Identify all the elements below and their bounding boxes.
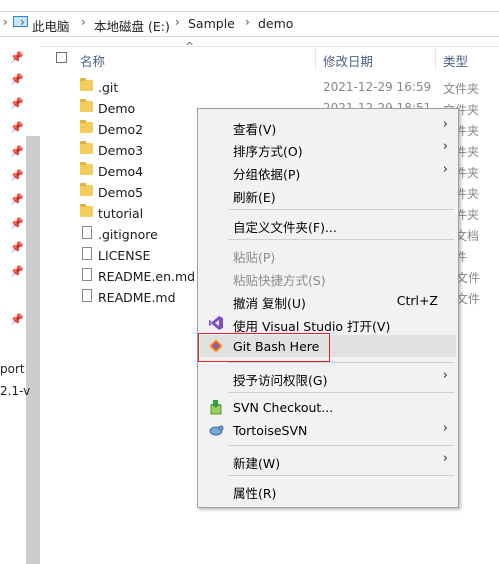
folder-icon [80, 204, 93, 217]
breadcrumb-drive-e[interactable]: 本地磁盘 (E:) [94, 16, 170, 35]
shortcut-text: Ctrl+Z [396, 293, 438, 308]
folder-icon [80, 120, 93, 133]
pin-icon[interactable]: 📌 [10, 98, 24, 110]
column-header-date[interactable]: 修改日期 [323, 51, 373, 70]
pin-icon[interactable]: 📌 [10, 74, 24, 86]
file-name: Demo [98, 101, 136, 116]
submenu-arrow-icon: › [442, 117, 448, 132]
menu-separator [228, 362, 454, 363]
file-name: Demo3 [98, 143, 144, 158]
pin-icon[interactable]: 📌 [10, 170, 24, 182]
menu-item-tortoise-svn[interactable]: TortoiseSVN › [200, 419, 456, 441]
breadcrumb-this-pc[interactable]: 此电脑 [32, 16, 70, 35]
file-icon [82, 289, 92, 302]
address-bar[interactable]: › › 此电脑 › 本地磁盘 (E:) › Sample › demo [0, 0, 499, 47]
file-name: Demo2 [98, 122, 144, 137]
column-header-type[interactable]: 类型 [443, 51, 468, 70]
breadcrumb-separator: › [81, 15, 86, 29]
file-icon [82, 268, 92, 281]
menu-separator [228, 445, 454, 446]
column-divider[interactable] [315, 46, 316, 70]
menu-item-give-access[interactable]: 授予访问权限(G) › [200, 366, 456, 388]
breadcrumb-sample[interactable]: Sample [188, 16, 235, 31]
pin-icon[interactable]: 📌 [10, 52, 24, 64]
menu-item-open-visual-studio[interactable]: 使用 Visual Studio 打开(V) [200, 312, 456, 334]
pin-icon[interactable]: 📌 [10, 194, 24, 206]
menu-item-refresh[interactable]: 刷新(E) [200, 183, 456, 205]
menu-item-view[interactable]: 查看(V) › [200, 115, 456, 137]
svn-checkout-icon [210, 400, 222, 415]
folder-icon [80, 162, 93, 175]
folder-icon [80, 141, 93, 154]
file-name: LICENSE [98, 248, 151, 263]
nav-item-partial[interactable]: port [0, 362, 25, 376]
pin-icon[interactable]: 📌 [10, 122, 24, 134]
pin-icon[interactable]: 📌 [10, 146, 24, 158]
folder-icon [80, 78, 93, 91]
file-row-git[interactable]: .git 2021-12-29 16:59 文件夹 [40, 77, 499, 98]
menu-item-group[interactable]: 分组依据(P) › [200, 160, 456, 182]
column-divider[interactable] [435, 46, 436, 70]
sort-up-icon: ^ [185, 40, 195, 53]
breadcrumb-demo[interactable]: demo [258, 16, 293, 31]
file-icon [82, 247, 92, 260]
submenu-arrow-icon: › [442, 368, 448, 383]
navigation-pane[interactable]: 📌 📌 📌 📌 📌 📌 📌 📌 📌 📌 📌 port 2.1-v [0, 46, 40, 564]
menu-item-svn-checkout[interactable]: SVN Checkout... [200, 396, 456, 418]
highlight-annotation-box [198, 333, 330, 362]
select-all-checkbox[interactable] [56, 52, 67, 63]
column-header-row: ^ 名称 修改日期 类型 [40, 40, 499, 70]
file-name: .gitignore [98, 227, 158, 242]
chevron-right-icon: › [20, 15, 25, 29]
folder-icon [80, 99, 93, 112]
chevron-right-icon: › [3, 15, 8, 29]
pin-icon[interactable]: 📌 [10, 266, 24, 278]
menu-item-sort[interactable]: 排序方式(O) › [200, 137, 456, 159]
file-name: README.en.md [98, 269, 196, 284]
column-header-name[interactable]: 名称 [80, 51, 105, 70]
file-name: README.md [98, 290, 176, 305]
context-menu[interactable]: 查看(V) › 排序方式(O) › 分组依据(P) › 刷新(E) 自定义文件夹… [197, 108, 459, 508]
menu-separator [228, 209, 454, 210]
file-date: 2021-12-29 16:59 [323, 80, 432, 94]
menu-item-paste-shortcut[interactable]: 粘贴快捷方式(S) [200, 266, 456, 288]
visual-studio-icon [209, 316, 223, 330]
tortoise-svn-icon [209, 425, 224, 436]
text-file-icon [82, 226, 92, 239]
menu-item-undo-copy[interactable]: 撤消 复制(U) Ctrl+Z [200, 289, 456, 311]
menu-item-properties[interactable]: 属性(R) [200, 479, 456, 501]
folder-icon [80, 183, 93, 196]
menu-item-paste[interactable]: 粘贴(P) [200, 243, 456, 265]
menu-separator [228, 475, 454, 476]
breadcrumb-separator: › [245, 15, 250, 29]
file-name: Demo4 [98, 164, 144, 179]
menu-separator [228, 392, 454, 393]
nav-scrollbar[interactable] [26, 136, 40, 564]
submenu-arrow-icon: › [442, 139, 448, 154]
submenu-arrow-icon: › [442, 421, 448, 436]
pin-icon[interactable]: 📌 [10, 242, 24, 254]
submenu-arrow-icon: › [442, 162, 448, 177]
menu-separator [228, 239, 454, 240]
submenu-arrow-icon: › [442, 451, 448, 466]
file-type: 文件夹 [443, 82, 480, 96]
breadcrumb-separator: › [175, 15, 180, 29]
nav-item-partial[interactable]: 2.1-v [0, 384, 30, 398]
file-name: Demo5 [98, 185, 144, 200]
pin-icon[interactable]: 📌 [10, 314, 24, 326]
menu-item-new[interactable]: 新建(W) › [200, 449, 456, 471]
file-name: .git [98, 80, 119, 95]
file-name: tutorial [98, 206, 144, 221]
menu-item-customize-folder[interactable]: 自定义文件夹(F)... [200, 213, 456, 235]
pin-icon[interactable]: 📌 [10, 218, 24, 230]
